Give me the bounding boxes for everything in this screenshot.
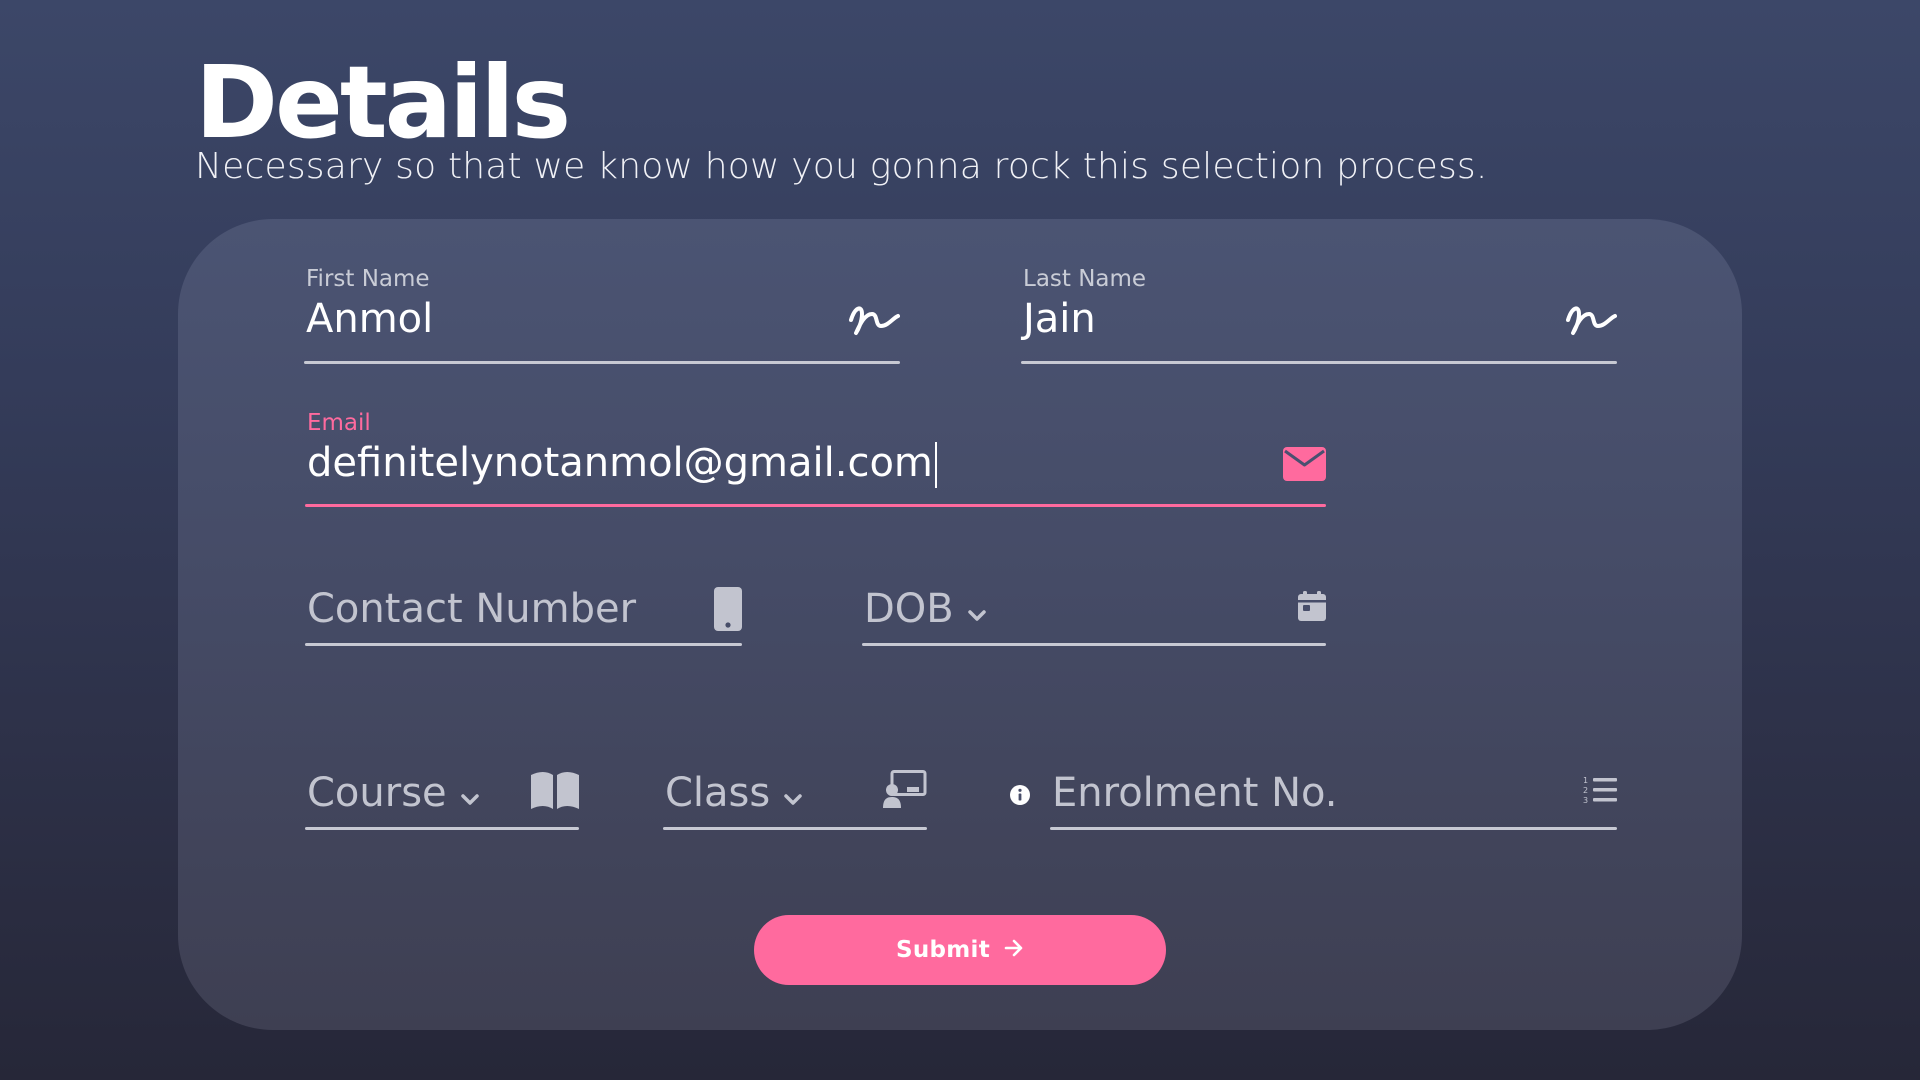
info-icon[interactable] bbox=[1010, 785, 1030, 809]
email-label: Email bbox=[307, 410, 371, 436]
course-select[interactable]: Course bbox=[307, 770, 479, 816]
enrolment-number-placeholder[interactable]: Enrolment No. bbox=[1052, 770, 1338, 816]
dob-select[interactable]: DOB bbox=[864, 586, 986, 632]
chevron-down-icon bbox=[460, 770, 479, 816]
first-name-field[interactable]: First Name Anmol bbox=[304, 266, 900, 364]
class-underline bbox=[663, 827, 927, 830]
first-name-value[interactable]: Anmol bbox=[306, 296, 433, 342]
email-value[interactable]: definitelynotanmol@gmail.com bbox=[307, 440, 937, 488]
contact-number-placeholder[interactable]: Contact Number bbox=[307, 586, 636, 632]
numbered-list-icon: 1 2 3 bbox=[1583, 775, 1617, 809]
teacher-board-icon bbox=[883, 770, 927, 812]
course-field[interactable]: Course bbox=[305, 763, 579, 830]
first-name-underline bbox=[304, 361, 900, 364]
envelope-icon bbox=[1283, 447, 1326, 485]
class-select[interactable]: Class bbox=[665, 770, 802, 816]
page-subtitle: Necessary so that we know how you gonna … bbox=[195, 146, 1488, 187]
first-name-label: First Name bbox=[306, 266, 430, 292]
course-underline bbox=[305, 827, 579, 830]
last-name-field[interactable]: Last Name Jain bbox=[1021, 266, 1617, 364]
svg-text:2: 2 bbox=[1583, 786, 1588, 795]
signature-icon bbox=[1565, 302, 1617, 340]
svg-text:3: 3 bbox=[1583, 796, 1588, 805]
last-name-label: Last Name bbox=[1023, 266, 1147, 292]
email-field[interactable]: Email definitelynotanmol@gmail.com bbox=[305, 410, 1326, 507]
text-cursor bbox=[934, 442, 937, 488]
contact-number-field[interactable]: Contact Number bbox=[305, 579, 742, 646]
contact-number-underline bbox=[305, 643, 742, 646]
calendar-icon bbox=[1298, 591, 1326, 625]
dob-field[interactable]: DOB bbox=[862, 579, 1326, 646]
submit-button[interactable]: Submit bbox=[754, 915, 1166, 985]
email-text: definitelynotanmol@gmail.com bbox=[307, 440, 933, 486]
class-field[interactable]: Class bbox=[663, 763, 927, 830]
last-name-value[interactable]: Jain bbox=[1023, 296, 1096, 342]
chevron-down-icon bbox=[967, 586, 986, 632]
dob-placeholder: DOB bbox=[864, 586, 954, 632]
enrolment-number-underline bbox=[1050, 827, 1617, 830]
submit-button-label: Submit bbox=[895, 937, 991, 963]
svg-text:1: 1 bbox=[1583, 776, 1588, 785]
dob-underline bbox=[862, 643, 1326, 646]
mobile-phone-icon bbox=[714, 587, 742, 635]
page-header: Details Necessary so that we know how yo… bbox=[195, 48, 1488, 190]
arrow-right-icon bbox=[990, 937, 1024, 963]
class-placeholder: Class bbox=[665, 770, 771, 816]
details-form-card: First Name Anmol Last Name Jain Email de… bbox=[178, 219, 1742, 1030]
last-name-underline bbox=[1021, 361, 1617, 364]
course-placeholder: Course bbox=[307, 770, 447, 816]
enrolment-number-field[interactable]: Enrolment No. 1 2 3 bbox=[1050, 763, 1617, 830]
chevron-down-icon bbox=[784, 770, 802, 816]
page-title: Details bbox=[195, 44, 571, 161]
signature-icon bbox=[848, 302, 900, 340]
email-underline bbox=[305, 504, 1326, 507]
book-icon bbox=[531, 771, 579, 813]
